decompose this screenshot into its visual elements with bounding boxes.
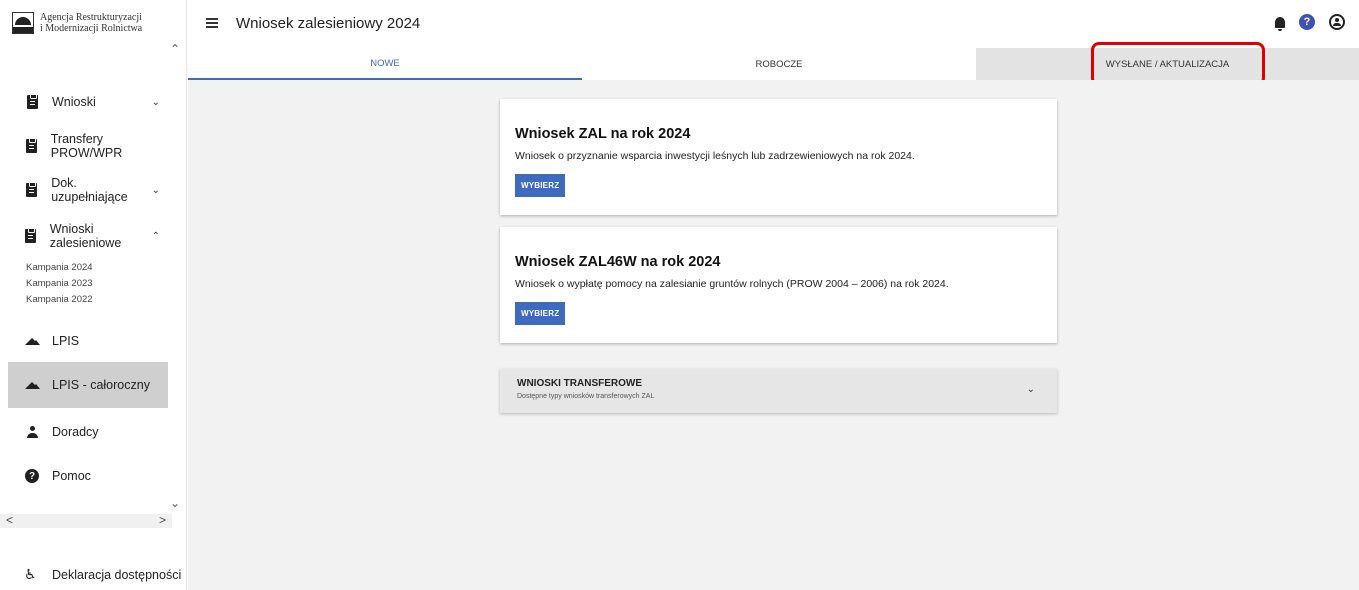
sidebar-item-label: Dok. uzupełniające — [51, 176, 128, 204]
accessibility-icon: ♿ — [24, 566, 37, 582]
sidebar-subitem-kampania-2024[interactable]: Kampania 2024 — [26, 262, 93, 273]
sidebar-item-dok-uzupelniajace[interactable]: Dok. uzupełniające ⌄ — [8, 174, 168, 206]
sidebar-item-lpis[interactable]: LPIS — [8, 325, 168, 357]
chevron-up-icon: ⌃ — [151, 230, 160, 242]
clipboard-icon — [26, 94, 38, 109]
sidebar-item-lpis-caloroczny[interactable]: LPIS - całoroczny — [8, 362, 168, 408]
chevron-down-icon: ⌄ — [151, 96, 160, 108]
accordion-subtitle: Dostępne typy wniosków transferowych ZAL — [517, 393, 655, 400]
scroll-left-icon[interactable]: < — [6, 513, 13, 527]
select-button[interactable]: WYBIERZ — [515, 174, 566, 197]
select-button[interactable]: WYBIERZ — [515, 302, 566, 325]
help-icon[interactable]: ? — [1299, 14, 1315, 30]
scroll-down-icon[interactable]: ⌄ — [170, 496, 180, 510]
card-description: Wniosek o wypłatę pomocy na zalesianie g… — [515, 278, 949, 290]
page-title: Wniosek zalesieniowy 2024 — [236, 15, 421, 32]
clipboard-icon — [26, 182, 38, 197]
application-card-zal46w: Wniosek ZAL46W na rok 2024 Wniosek o wyp… — [500, 227, 1057, 343]
sidebar-item-label: LPIS — [52, 334, 80, 348]
transfer-applications-accordion[interactable]: WNIOSKI TRANSFEROWE Dostępne typy wniosk… — [500, 369, 1057, 413]
logo-line-2: i Modernizacji Rolnictwa — [40, 23, 143, 34]
application-card-zal: Wniosek ZAL na rok 2024 Wniosek o przyzn… — [500, 99, 1057, 215]
top-bar: Wniosek zalesieniowy 2024 ? — [188, 0, 1359, 48]
clipboard-icon — [25, 138, 37, 153]
tab-nowe[interactable]: NOWE — [188, 48, 582, 80]
sidebar-item-transfery[interactable]: Transfery PROW/WPR — [8, 130, 168, 162]
person-icon — [27, 426, 38, 438]
sidebar-subitem-kampania-2022[interactable]: Kampania 2022 — [26, 294, 93, 305]
card-description: Wniosek o przyznanie wsparcia inwestycji… — [515, 150, 915, 162]
help-icon: ? — [25, 469, 39, 483]
sidebar-item-label: Wnioski — [52, 95, 96, 109]
sidebar-item-pomoc[interactable]: ? Pomoc — [8, 460, 168, 492]
clipboard-icon — [25, 228, 37, 243]
sidebar-item-wnioski[interactable]: Wnioski ⌄ — [8, 86, 168, 118]
sidebar-subitem-kampania-2023[interactable]: Kampania 2023 — [26, 278, 93, 289]
accessibility-declaration-link[interactable]: ♿ Deklaracja dostępności — [8, 566, 183, 583]
accessibility-label: Deklaracja dostępności — [52, 567, 182, 582]
accordion-title: WNIOSKI TRANSFEROWE — [517, 378, 642, 389]
sidebar-item-doradcy[interactable]: Doradcy — [8, 416, 168, 448]
sidebar-item-wnioski-zalesieniowe[interactable]: Wnioski zalesieniowe ⌃ — [8, 220, 168, 252]
sidebar-item-label: LPIS - całoroczny — [52, 378, 150, 392]
horizontal-scrollbar[interactable]: < > — [0, 513, 172, 528]
sidebar-item-label: Doradcy — [52, 425, 99, 439]
main-content: Wniosek ZAL na rok 2024 Wniosek o przyzn… — [188, 80, 1359, 590]
account-icon[interactable] — [1329, 14, 1345, 30]
card-title: Wniosek ZAL46W na rok 2024 — [515, 254, 721, 270]
app-root: Agencja Restrukturyzacji i Modernizacji … — [0, 0, 1359, 590]
tab-robocze[interactable]: ROBOCZE — [582, 48, 976, 80]
sidebar: Agencja Restrukturyzacji i Modernizacji … — [0, 0, 187, 590]
card-title: Wniosek ZAL na rok 2024 — [515, 126, 691, 142]
sidebar-item-label: Pomoc — [52, 469, 91, 483]
sidebar-item-label: Transfery PROW/WPR — [50, 132, 123, 160]
menu-icon[interactable] — [206, 18, 218, 28]
scroll-up-icon[interactable]: ⌃ — [170, 42, 180, 56]
agency-logo[interactable]: Agencja Restrukturyzacji i Modernizacji … — [12, 12, 142, 34]
logo-line-1: Agencja Restrukturyzacji — [40, 12, 142, 23]
agency-logo-icon — [12, 12, 34, 34]
terrain-icon — [25, 337, 40, 345]
scroll-right-icon[interactable]: > — [159, 513, 166, 527]
chevron-down-icon: ⌄ — [151, 184, 160, 196]
sidebar-item-label: Wnioski zalesieniowe — [49, 222, 122, 250]
notifications-bell-icon[interactable] — [1275, 16, 1285, 31]
chevron-down-icon[interactable]: ⌄ — [1027, 384, 1035, 395]
terrain-icon — [25, 381, 40, 389]
